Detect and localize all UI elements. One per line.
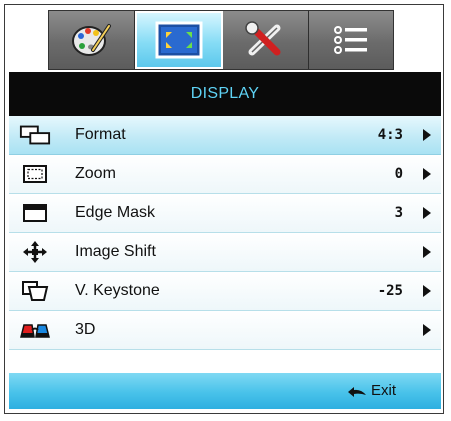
menu-item-edge-mask[interactable]: Edge Mask 3 [9, 194, 441, 233]
menu-item-zoom[interactable]: Zoom 0 [9, 155, 441, 194]
menu-item-v-keystone[interactable]: V. Keystone -25 [9, 272, 441, 311]
arrow-right-icon [423, 168, 431, 180]
menu-item-label: Edge Mask [75, 204, 156, 221]
menu-item-label: Image Shift [75, 243, 156, 260]
exit-button[interactable]: Exit [347, 382, 396, 399]
edge-mask-icon [19, 202, 51, 224]
menu-list: Format 4:3 Zoom 0 Edge Mask 3 Image Shif… [9, 116, 441, 350]
tools-icon [245, 21, 281, 56]
tab-setup[interactable] [223, 11, 309, 69]
page-title: DISPLAY [190, 85, 260, 102]
menu-item-image-shift[interactable]: Image Shift [9, 233, 441, 272]
arrow-right-icon [423, 324, 431, 336]
menu-item-value: 0 [394, 166, 403, 182]
menu-item-label: V. Keystone [75, 282, 160, 299]
arrow-right-icon [423, 129, 431, 141]
format-icon [19, 124, 51, 146]
footer-bar: Exit [9, 373, 441, 409]
tab-options[interactable] [308, 11, 393, 69]
display-screen-icon [155, 21, 203, 59]
zoom-icon [19, 163, 51, 185]
move-arrows-icon [19, 241, 51, 263]
menu-tabs [48, 10, 394, 70]
3d-glasses-icon [19, 319, 51, 341]
menu-item-format[interactable]: Format 4:3 [9, 116, 441, 155]
palette-icon [72, 24, 112, 56]
list-icon [333, 26, 367, 54]
menu-item-3d[interactable]: 3D [9, 311, 441, 350]
exit-label: Exit [371, 382, 397, 399]
tab-display[interactable] [134, 11, 223, 69]
menu-item-value: -25 [377, 283, 403, 299]
arrow-right-icon [423, 285, 431, 297]
menu-item-label: Zoom [75, 165, 116, 182]
menu-header: DISPLAY [9, 72, 441, 116]
arrow-right-icon [423, 246, 431, 258]
menu-item-label: Format [75, 126, 126, 143]
tab-image-settings[interactable] [49, 11, 135, 69]
arrow-right-icon [423, 207, 431, 219]
menu-item-label: 3D [75, 321, 96, 338]
back-arrow-icon [348, 386, 366, 397]
menu-item-value: 3 [394, 205, 403, 221]
menu-item-value: 4:3 [377, 127, 403, 143]
keystone-icon [19, 280, 51, 302]
